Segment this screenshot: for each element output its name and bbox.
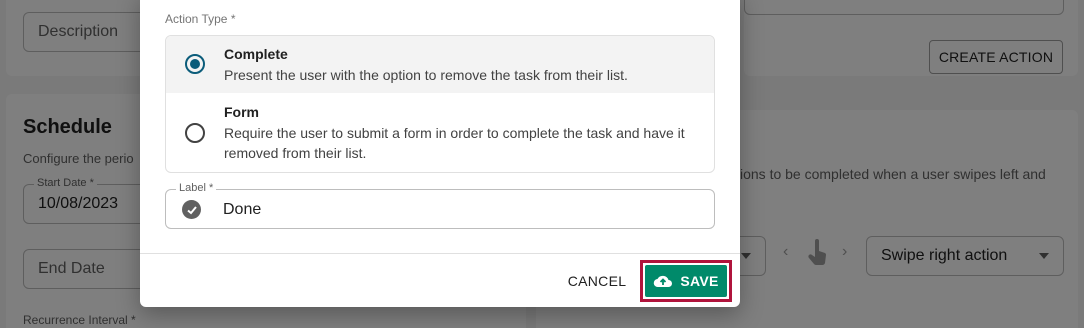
option-form-description: Require the user to submit a form in ord…: [224, 125, 685, 161]
option-complete-description: Present the user with the option to remo…: [224, 67, 628, 83]
label-field-label: Label *: [176, 182, 217, 194]
cancel-label: CANCEL: [567, 273, 627, 289]
label-input[interactable]: Label * Done: [165, 182, 715, 229]
action-dialog: Action Type * Complete Present the user …: [140, 0, 740, 307]
radio-form[interactable]: [185, 123, 205, 143]
cloud-upload-icon: [654, 275, 673, 288]
option-complete[interactable]: Complete Present the user with the optio…: [166, 36, 714, 93]
action-type-label: Action Type *: [165, 12, 236, 26]
option-complete-title: Complete: [224, 46, 288, 62]
action-type-radio-group: Complete Present the user with the optio…: [165, 35, 715, 173]
save-button[interactable]: SAVE: [645, 265, 727, 297]
option-form[interactable]: Form Require the user to submit a form i…: [166, 93, 714, 172]
dialog-divider: [140, 253, 740, 254]
cancel-button[interactable]: CANCEL: [565, 266, 629, 296]
label-value: Done: [223, 201, 262, 218]
save-label: SAVE: [680, 273, 719, 289]
check-circle-icon[interactable]: [182, 200, 201, 219]
radio-complete[interactable]: [185, 54, 205, 74]
option-form-title: Form: [224, 104, 259, 120]
